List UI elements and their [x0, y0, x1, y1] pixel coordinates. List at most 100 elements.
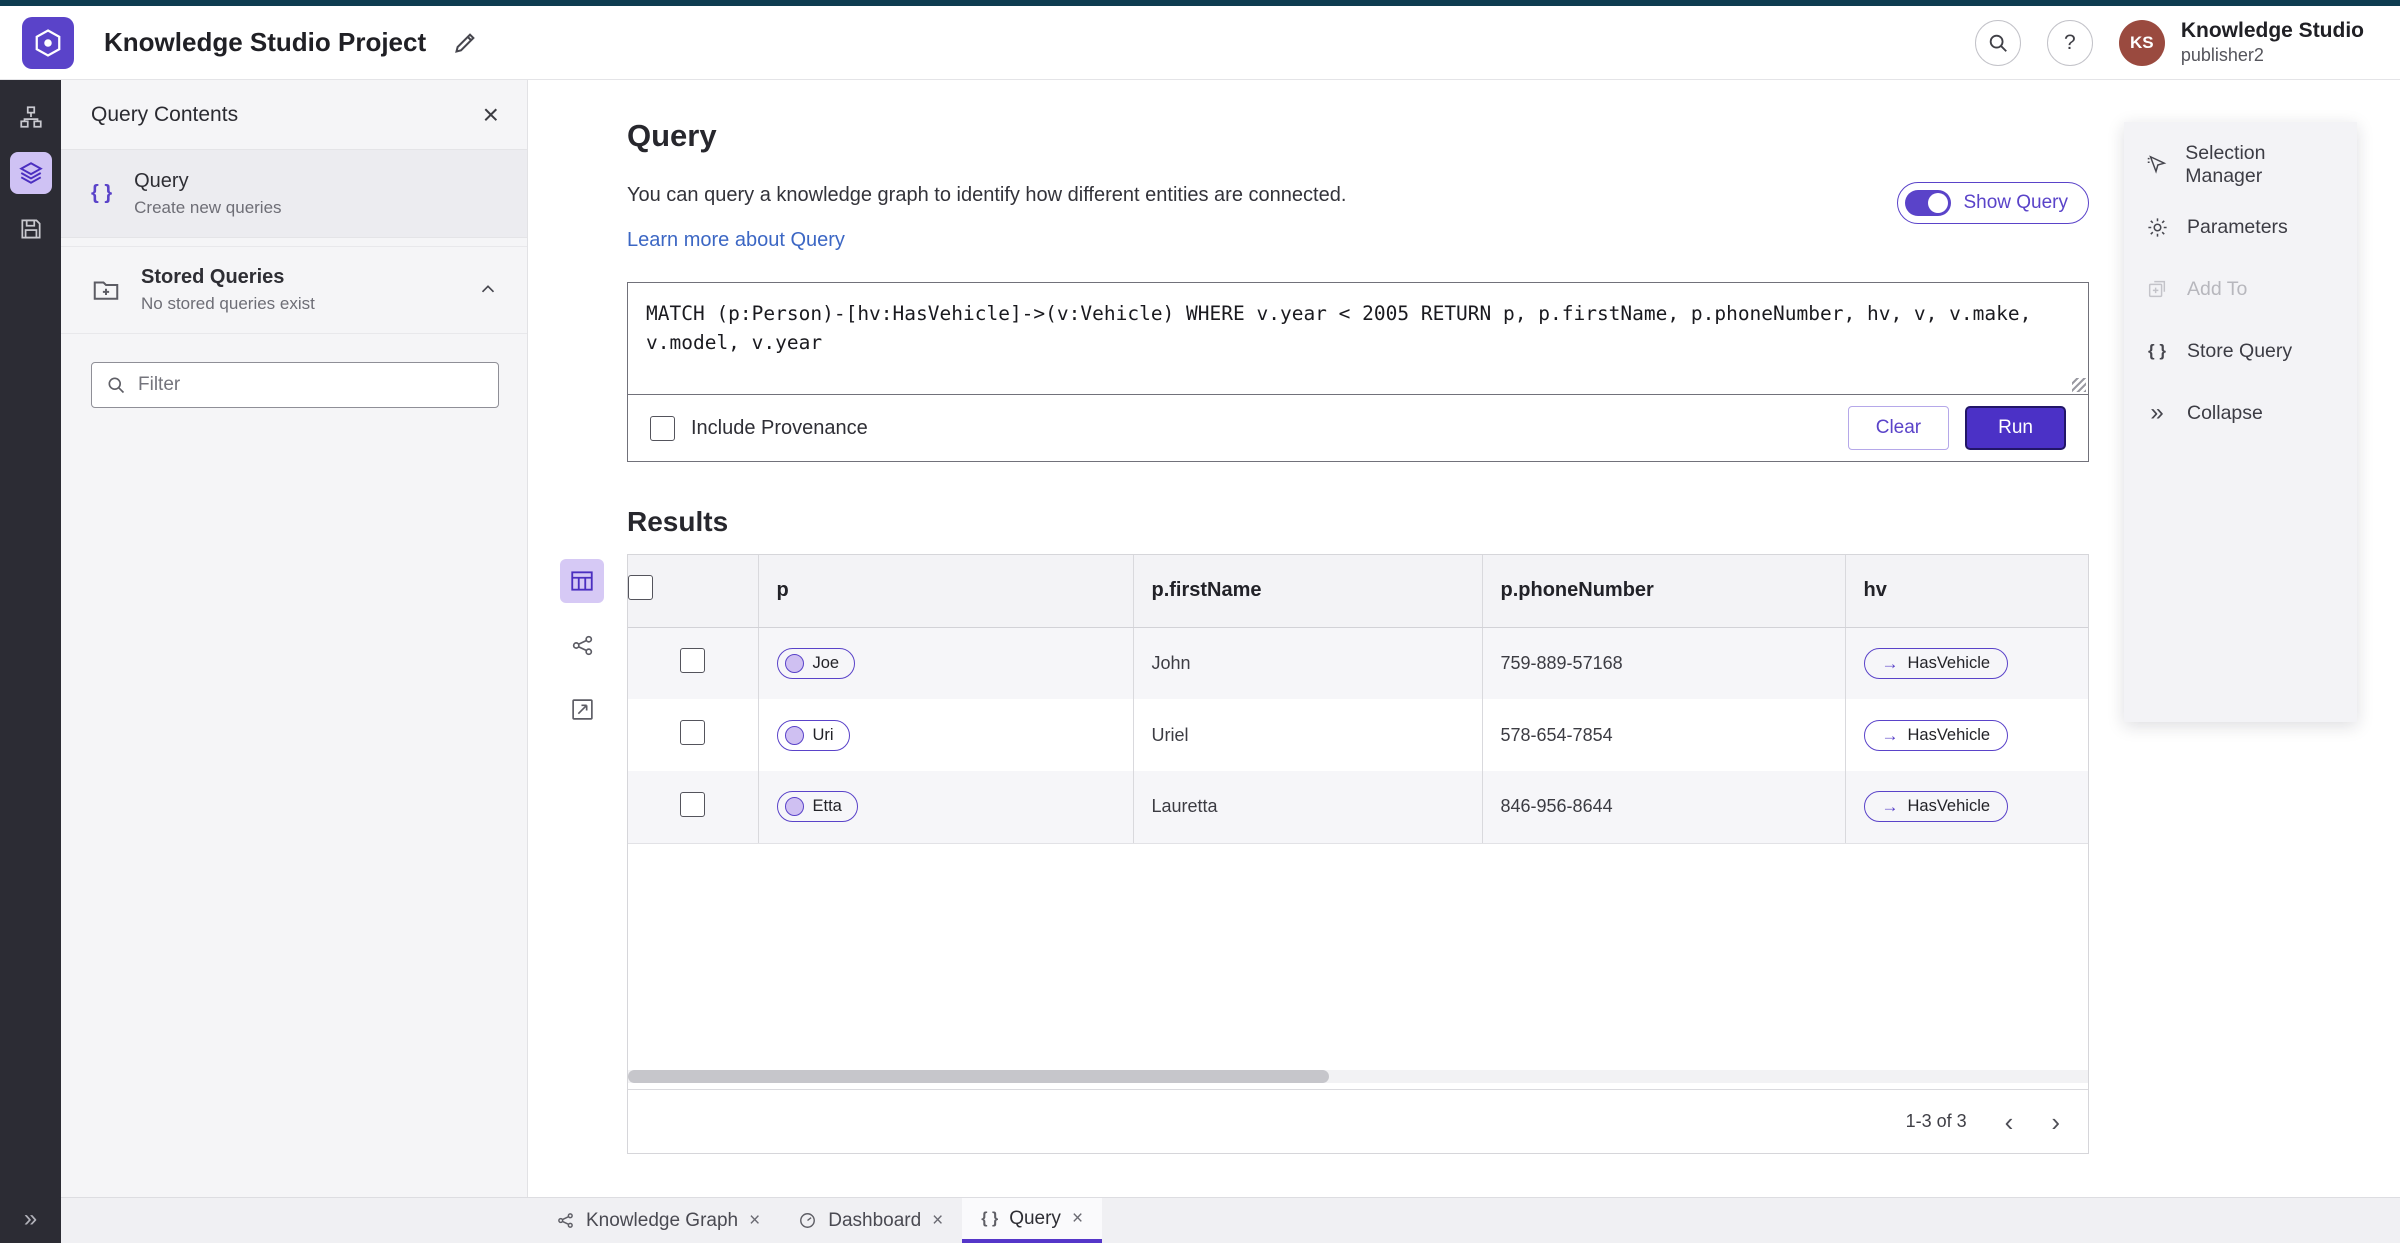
main-area: Query You can query a knowledge graph to… — [528, 80, 2400, 1197]
query-editor-box: MATCH (p:Person)-[hv:HasVehicle]->(v:Veh… — [627, 282, 2089, 462]
filter-input[interactable] — [138, 374, 484, 396]
dashboard-gauge-icon — [798, 1211, 817, 1230]
gear-icon — [2144, 216, 2170, 239]
edge-pill[interactable]: → HasVehicle — [1863, 647, 2009, 679]
edge-pill[interactable]: → HasVehicle — [1863, 791, 2009, 823]
add-to-label: Add To — [2187, 277, 2248, 300]
query-actions-menu: Selection Manager Parameters Add To { } … — [2124, 122, 2357, 722]
previous-page-button[interactable]: ‹ — [2005, 1109, 2014, 1135]
row-checkbox[interactable] — [680, 791, 706, 817]
row-checkbox[interactable] — [680, 648, 706, 674]
node-circle-icon — [784, 653, 804, 673]
panel-header: Query Contents × — [61, 80, 527, 150]
cell-firstname: Lauretta — [1133, 771, 1483, 844]
node-circle-icon — [784, 797, 804, 817]
tab-label: Dashboard — [828, 1209, 922, 1231]
selection-manager-item[interactable]: Selection Manager — [2124, 134, 2357, 196]
horizontal-scrollbar[interactable] — [628, 1070, 2088, 1083]
learn-more-link[interactable]: Learn more about Query — [627, 229, 845, 252]
cell-phonenumber: 846-956-8644 — [1482, 771, 1846, 844]
arrow-right-icon: → — [1881, 653, 1899, 673]
user-id: publisher2 — [2180, 45, 2264, 66]
tab-query[interactable]: { } Query × — [962, 1198, 1103, 1243]
tab-dashboard[interactable]: Dashboard × — [779, 1198, 962, 1243]
query-item-text: Query Create new queries — [134, 170, 281, 218]
select-all-checkbox[interactable] — [628, 575, 653, 601]
app-logo[interactable] — [22, 16, 74, 69]
query-editor-footer: Include Provenance Clear Run — [628, 395, 2088, 461]
results-view-toolbar — [560, 559, 604, 731]
query-text-input[interactable]: MATCH (p:Person)-[hv:HasVehicle]->(v:Veh… — [628, 283, 2088, 395]
node-pill[interactable]: Etta — [776, 791, 858, 823]
table-header-row: p p.firstName p.phoneNumber hv — [628, 555, 2088, 628]
folder-icon — [91, 275, 121, 305]
include-provenance-checkbox[interactable] — [650, 415, 675, 441]
pagination-range-label: 1-3 of 3 — [1905, 1111, 1967, 1131]
parameters-item[interactable]: Parameters — [2124, 196, 2357, 258]
parameters-label: Parameters — [2187, 215, 2288, 238]
document-tab-bar: Knowledge Graph × Dashboard × { } Query … — [61, 1197, 2400, 1243]
double-chevron-right-icon: » — [23, 1205, 38, 1232]
double-chevron-right-icon: » — [2150, 399, 2164, 426]
collapse-menu-item[interactable]: » Collapse — [2124, 382, 2357, 444]
node-pill[interactable]: Uri — [776, 719, 850, 751]
tab-close-icon[interactable]: × — [749, 1211, 760, 1230]
node-label: Uri — [812, 725, 834, 744]
table-view-icon — [569, 568, 595, 594]
next-page-button[interactable]: › — [2051, 1109, 2060, 1135]
node-pill[interactable]: Joe — [776, 647, 856, 679]
page-description: You can query a knowledge graph to ident… — [627, 184, 1347, 206]
store-query-item[interactable]: { } Store Query — [2124, 320, 2357, 382]
collapse-label: Collapse — [2187, 401, 2263, 424]
column-header-phonenumber: p.phoneNumber — [1482, 555, 1846, 628]
graph-view-button[interactable] — [560, 623, 604, 667]
save-rail-button[interactable] — [10, 208, 52, 250]
question-mark-icon: ? — [2064, 30, 2076, 54]
edit-project-name-button[interactable] — [452, 29, 479, 56]
query-item-label: Query — [134, 169, 189, 192]
column-header-hv: hv — [1845, 555, 2088, 628]
clear-button[interactable]: Clear — [1847, 406, 1950, 450]
tab-knowledge-graph[interactable]: Knowledge Graph × — [537, 1198, 779, 1243]
edge-label: HasVehicle — [1907, 797, 1991, 816]
tab-close-icon[interactable]: × — [1072, 1209, 1083, 1228]
project-title: Knowledge Studio Project — [104, 27, 427, 57]
pagination-bar: 1-3 of 3 ‹ › — [628, 1089, 2088, 1153]
app-header: Knowledge Studio Project ? KS Knowledge … — [0, 6, 2400, 80]
query-page: Query You can query a knowledge graph to… — [560, 80, 2089, 1154]
add-to-icon — [2144, 278, 2170, 300]
chart-view-button[interactable] — [560, 687, 604, 731]
edge-pill[interactable]: → HasVehicle — [1863, 719, 2009, 751]
braces-icon: { } — [91, 182, 113, 204]
show-query-toggle[interactable]: Show Query — [1897, 182, 2089, 224]
avatar-initials: KS — [2130, 32, 2154, 52]
stored-queries-section-header[interactable]: Stored Queries No stored queries exist — [61, 246, 527, 334]
tab-label: Query — [1009, 1207, 1061, 1229]
query-list-item[interactable]: { } Query Create new queries — [61, 150, 527, 238]
query-contents-panel: Query Contents × { } Query Create new qu… — [61, 80, 528, 1197]
expand-rail-button[interactable]: » — [0, 1205, 61, 1233]
cell-firstname: John — [1133, 627, 1483, 699]
braces-icon: { } — [2148, 341, 2166, 360]
help-button[interactable]: ? — [2046, 19, 2093, 66]
arrow-right-icon: → — [1881, 797, 1899, 817]
node-label: Etta — [812, 797, 842, 816]
scrollbar-thumb[interactable] — [628, 1070, 1329, 1083]
store-query-label: Store Query — [2187, 339, 2293, 362]
user-avatar[interactable]: KS — [2118, 19, 2165, 66]
model-hierarchy-rail-button[interactable] — [10, 96, 52, 138]
include-provenance-label: Include Provenance — [691, 416, 868, 439]
page-title: Query — [627, 118, 717, 153]
search-button[interactable] — [1974, 19, 2021, 66]
knowledge-graph-icon — [556, 1211, 575, 1230]
panel-close-button[interactable]: × — [483, 100, 499, 129]
selection-manager-label: Selection Manager — [2185, 142, 2266, 187]
search-icon — [106, 375, 126, 395]
tab-close-icon[interactable]: × — [932, 1211, 943, 1230]
row-checkbox[interactable] — [680, 720, 706, 745]
run-button[interactable]: Run — [1965, 406, 2066, 450]
table-view-button[interactable] — [560, 559, 604, 603]
stored-queries-description: No stored queries exist — [141, 294, 315, 313]
layers-rail-button[interactable] — [9, 152, 52, 194]
chevron-up-icon — [477, 279, 499, 301]
